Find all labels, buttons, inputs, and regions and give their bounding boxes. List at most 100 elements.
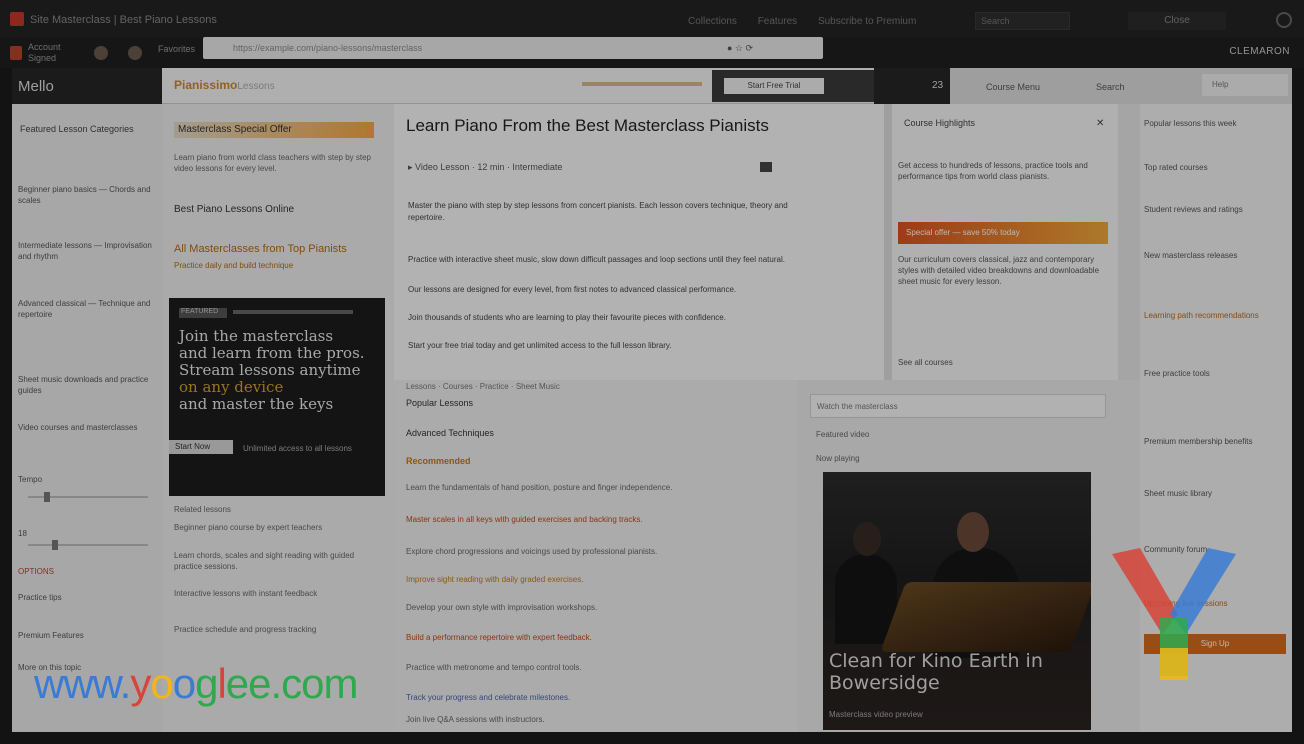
- sidebar-item[interactable]: Intermediate lessons — Improvisation and…: [18, 240, 152, 262]
- video-thumbnail[interactable]: Clean for Kino Earth in Bowersidge Maste…: [823, 472, 1091, 730]
- course-menu-link[interactable]: Course Menu: [986, 82, 1040, 92]
- lesson-item[interactable]: Develop your own style with improvisatio…: [406, 602, 794, 613]
- header-cta-wrap: Start Free Trial: [712, 70, 874, 102]
- panel-text: Get access to hundreds of lessons, pract…: [898, 161, 1088, 181]
- right-sidebar-item[interactable]: Premium membership benefits: [1144, 436, 1288, 447]
- piano-shape: [880, 582, 1091, 652]
- lesson-item[interactable]: Practice with metronome and tempo contro…: [406, 662, 794, 673]
- url-icons[interactable]: ● ☆ ⟳: [727, 43, 753, 54]
- dark-strip: 23: [874, 68, 950, 104]
- article-headline: Learn Piano From the Best Masterclass Pi…: [406, 116, 769, 135]
- featured-column: Masterclass Special Offer Learn piano fr…: [162, 104, 394, 732]
- panel-text: Our curriculum covers classical, jazz an…: [898, 255, 1100, 286]
- sidebar-item[interactable]: Sheet music downloads and practice guide…: [18, 374, 152, 396]
- browser-top-bar: Site Masterclass | Best Piano Lessons Co…: [0, 0, 1304, 38]
- breadcrumb[interactable]: Favorites: [158, 44, 195, 54]
- offer-highlight[interactable]: Masterclass Special Offer: [174, 122, 374, 138]
- section-heading: Popular Lessons: [406, 398, 474, 408]
- right-sidebar-item[interactable]: Student reviews and ratings: [1144, 204, 1288, 215]
- promo-title-line: and master the keys: [179, 395, 334, 413]
- promo-card[interactable]: FEATURED Join the masterclass and learn …: [169, 298, 385, 496]
- see-all-link[interactable]: See all courses: [898, 358, 953, 367]
- right-sidebar-item[interactable]: Top rated courses: [1144, 162, 1288, 173]
- site-header: PianissimoLessons Start Free Trial: [162, 68, 874, 104]
- lesson-item[interactable]: Join live Q&A sessions with instructors.: [406, 714, 794, 725]
- offer-text: Learn piano from world class teachers wi…: [174, 153, 371, 173]
- gear-icon[interactable]: [1276, 12, 1292, 28]
- right-sidebar-item[interactable]: Popular lessons this week: [1144, 118, 1288, 129]
- right-search-link[interactable]: Search: [1096, 82, 1125, 92]
- sidebar-item[interactable]: Premium Features: [18, 630, 152, 641]
- section-heading: Best Piano Lessons Online: [174, 204, 295, 215]
- watermark-part: ee.com: [225, 660, 359, 707]
- menu-label: Mello: [18, 78, 54, 95]
- close-button[interactable]: Close: [1128, 12, 1226, 30]
- sidebar-item[interactable]: Video courses and masterclasses: [18, 422, 152, 433]
- lesson-item[interactable]: Build a performance repertoire with expe…: [406, 632, 794, 643]
- left-sidebar: Featured Lesson Categories Beginner pian…: [12, 104, 162, 732]
- related-item[interactable]: Learn chords, scales and sight reading w…: [174, 550, 384, 572]
- watermark-part: o: [150, 660, 173, 707]
- help-button[interactable]: Help: [1202, 74, 1288, 96]
- value-slider[interactable]: [28, 540, 148, 550]
- close-icon[interactable]: ✕: [1096, 118, 1104, 129]
- lesson-item[interactable]: Track your progress and celebrate milest…: [406, 692, 794, 703]
- right-sidebar-item[interactable]: Free practice tools: [1144, 368, 1288, 379]
- site-logo-text: Pianissimo: [174, 78, 238, 92]
- highlights-panel: Course Highlights ✕ Get access to hundre…: [892, 104, 1118, 380]
- right-sidebar-item[interactable]: Sheet music library: [1144, 488, 1288, 499]
- article-meta: ▸ Video Lesson · 12 min · Intermediate: [408, 162, 563, 172]
- related-item[interactable]: Beginner piano course by expert teachers: [174, 522, 384, 533]
- avatar[interactable]: [128, 46, 142, 60]
- pianist-head: [853, 522, 881, 556]
- search-input[interactable]: Search: [975, 12, 1070, 30]
- tempo-slider[interactable]: [28, 492, 148, 502]
- offer-banner[interactable]: Special offer — save 50% today: [898, 222, 1108, 244]
- related-item[interactable]: Interactive lessons with instant feedbac…: [174, 588, 384, 599]
- related-heading: Related lessons: [174, 505, 231, 514]
- watermark-part: o: [172, 660, 196, 707]
- top-link-collections[interactable]: Collections: [688, 16, 737, 27]
- tab-title[interactable]: Site Masterclass | Best Piano Lessons: [30, 14, 217, 26]
- slider-handle[interactable]: [44, 492, 50, 502]
- right-nav: Course Menu Search Help: [950, 68, 1292, 104]
- lesson-item[interactable]: Explore chord progressions and voicings …: [406, 546, 794, 557]
- menu-header[interactable]: Mello: [12, 68, 162, 104]
- site-logo-tag: Lessons: [237, 81, 275, 92]
- sidebar-label: 18: [18, 529, 27, 538]
- top-link-premium[interactable]: Subscribe to Premium: [818, 16, 916, 27]
- watermark-part: y: [130, 660, 151, 707]
- lesson-item[interactable]: Master scales in all keys with guided ex…: [406, 514, 794, 525]
- sidebar-item[interactable]: Practice tips: [18, 592, 152, 603]
- related-item[interactable]: Practice schedule and progress tracking: [174, 624, 384, 635]
- watermark-part: www.: [34, 660, 131, 707]
- start-trial-button[interactable]: Start Free Trial: [724, 78, 824, 94]
- page: Mello PianissimoLessons Start Free Trial…: [12, 68, 1292, 732]
- user-label-text: Account: [28, 42, 61, 52]
- promo-line: [233, 310, 353, 314]
- promo-footer: Unlimited access to all lessons: [243, 444, 352, 453]
- right-sidebar-item[interactable]: Learning path recommendations: [1144, 310, 1288, 321]
- slider-handle[interactable]: [52, 540, 58, 550]
- top-link-features[interactable]: Features: [758, 16, 797, 27]
- promo-title-line: Stream lessons anytime: [179, 362, 379, 379]
- section-tabs[interactable]: Lessons · Courses · Practice · Sheet Mus…: [406, 382, 560, 391]
- sidebar-item[interactable]: Beginner piano basics — Chords and scale…: [18, 184, 152, 206]
- watermark-part: g: [195, 660, 218, 707]
- column-divider: [884, 104, 892, 380]
- user-label[interactable]: Account Signed: [28, 42, 61, 64]
- brand-right: CLEMARON: [1229, 46, 1290, 57]
- watch-box[interactable]: Watch the masterclass: [810, 394, 1106, 418]
- url-bar[interactable]: https://example.com/piano-lessons/master…: [203, 37, 823, 59]
- promo-title-line: and learn from the pros.: [179, 344, 365, 362]
- options-label[interactable]: OPTIONS: [18, 566, 152, 577]
- sidebar-item[interactable]: Advanced classical — Technique and reper…: [18, 298, 152, 320]
- site-logo[interactable]: PianissimoLessons: [174, 78, 275, 92]
- video-icon[interactable]: [760, 162, 772, 172]
- lesson-item[interactable]: Improve sight reading with daily graded …: [406, 574, 794, 585]
- avatar[interactable]: [94, 46, 108, 60]
- start-now-button[interactable]: Start Now: [169, 440, 233, 454]
- url-text: https://example.com/piano-lessons/master…: [233, 43, 423, 53]
- right-sidebar-item[interactable]: New masterclass releases: [1144, 250, 1288, 261]
- lesson-item[interactable]: Learn the fundamentals of hand position,…: [406, 482, 794, 493]
